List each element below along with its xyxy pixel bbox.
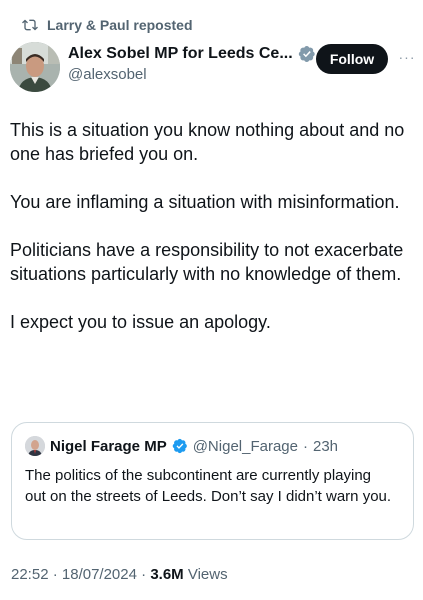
repost-label: Larry & Paul reposted bbox=[47, 17, 193, 33]
quoted-author-avatar bbox=[25, 436, 45, 456]
quoted-author-handle: @Nigel_Farage bbox=[192, 437, 298, 455]
tweet-text: This is a situation you know nothing abo… bbox=[10, 118, 410, 358]
quoted-tweet-header: Nigel Farage MP @Nigel_Farage · 23h bbox=[25, 435, 338, 457]
tweet-paragraph: You are inflaming a situation with misin… bbox=[10, 192, 400, 212]
quoted-tweet-text: The politics of the subcontinent are cur… bbox=[25, 467, 392, 505]
meta-separator: · bbox=[136, 566, 151, 583]
tweet-paragraph: I expect you to issue an apology. bbox=[10, 312, 271, 332]
quoted-timestamp: 23h bbox=[312, 437, 339, 455]
tweet-paragraph: This is a situation you know nothing abo… bbox=[10, 120, 405, 164]
more-options-icon[interactable]: ··· bbox=[398, 48, 416, 66]
verified-badge-icon[interactable] bbox=[298, 45, 316, 63]
tweet-meta: 22:52 · 18/07/2024 · 3.6M Views bbox=[11, 566, 228, 583]
repost-icon bbox=[22, 17, 38, 33]
author-handle[interactable]: @alexsobel bbox=[68, 66, 325, 83]
tweet-paragraph: Politicians have a responsibility to not… bbox=[10, 240, 404, 284]
quoted-tweet-card[interactable]: Nigel Farage MP @Nigel_Farage · 23h The … bbox=[11, 422, 414, 540]
follow-button[interactable]: Follow bbox=[316, 44, 388, 74]
quoted-verified-badge-icon bbox=[172, 438, 188, 454]
quoted-author-name: Nigel Farage MP bbox=[50, 437, 167, 455]
views-label: Views bbox=[183, 566, 228, 583]
author-name[interactable]: Alex Sobel MP for Leeds Ce... bbox=[68, 45, 293, 63]
tweet-time[interactable]: 22:52 bbox=[11, 566, 49, 583]
meta-separator: · bbox=[48, 566, 62, 583]
repost-indicator[interactable]: Larry & Paul reposted bbox=[22, 14, 193, 36]
views-count[interactable]: 3.6M bbox=[150, 566, 183, 583]
tweet-date[interactable]: 18/07/2024 bbox=[62, 566, 137, 583]
author-block: Alex Sobel MP for Leeds Ce... @alexsobel bbox=[68, 45, 325, 83]
quoted-separator: · bbox=[302, 437, 308, 455]
author-avatar[interactable] bbox=[10, 42, 60, 92]
